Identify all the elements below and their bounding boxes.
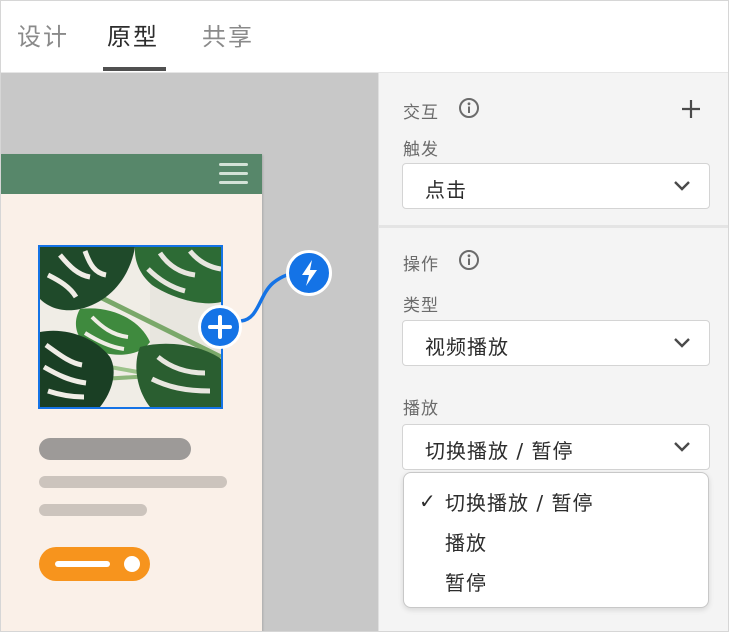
playback-select-value: 切换播放 / 暂停 (425, 439, 574, 463)
chevron-down-icon (674, 181, 690, 191)
chevron-down-icon (674, 442, 690, 452)
trigger-select[interactable]: 点击 (402, 163, 710, 209)
placeholder-title (39, 438, 191, 460)
tab-prototype[interactable]: 原型 (107, 17, 159, 52)
playback-select[interactable]: 切换播放 / 暂停 (402, 424, 710, 470)
add-interaction-handle[interactable] (198, 305, 242, 349)
app-window: 设计 原型 共享 交互 触发 点击 操作 类型 视频播放 播放 切换播放 / 暂… (0, 0, 729, 632)
design-canvas[interactable] (1, 73, 378, 631)
dropdown-option-toggle-play-pause[interactable]: ✓ 切换播放 / 暂停 (404, 481, 708, 519)
plus-icon (208, 315, 232, 339)
dropdown-option-play[interactable]: 播放 (404, 521, 708, 559)
mode-tab-bar: 设计 原型 共享 (1, 1, 728, 73)
info-icon[interactable] (458, 97, 480, 119)
checkmark-icon: ✓ (419, 489, 436, 513)
dropdown-option-label: 切换播放 / 暂停 (445, 491, 594, 515)
dropdown-option-pause[interactable]: 暂停 (404, 561, 708, 599)
trigger-label: 触发 (403, 140, 439, 160)
hamburger-menu-icon (219, 163, 248, 184)
video-thumbnail[interactable] (38, 245, 223, 409)
playback-label: 播放 (403, 399, 439, 419)
lightning-icon (302, 260, 317, 286)
trigger-select-value: 点击 (425, 178, 467, 202)
dropdown-option-label: 播放 (445, 531, 487, 555)
interaction-section-title: 交互 (403, 103, 439, 123)
action-type-label: 类型 (403, 296, 439, 316)
placeholder-text-line (39, 504, 147, 516)
section-divider (379, 225, 728, 228)
monstera-leaves-image (40, 247, 221, 407)
placeholder-text-line (39, 476, 227, 488)
plus-icon[interactable] (679, 97, 703, 121)
mobile-artboard[interactable] (1, 154, 262, 631)
action-type-select[interactable]: 视频播放 (402, 320, 710, 366)
tab-share[interactable]: 共享 (202, 17, 254, 52)
chevron-down-icon (674, 338, 690, 348)
playback-dropdown-menu: ✓ 切换播放 / 暂停 播放 暂停 (403, 472, 709, 608)
info-icon[interactable] (458, 249, 480, 271)
property-inspector: 交互 触发 点击 操作 类型 视频播放 播放 切换播放 / 暂停 ✓ 切换播放 … (378, 73, 728, 631)
toggle-knob (124, 556, 140, 572)
toggle-track-line (55, 561, 110, 567)
artboard-header-bar (1, 154, 262, 194)
trigger-handle[interactable] (286, 250, 332, 296)
tab-design[interactable]: 设计 (17, 17, 69, 52)
placeholder-toggle-button[interactable] (39, 547, 150, 581)
action-type-select-value: 视频播放 (425, 335, 509, 359)
dropdown-option-label: 暂停 (445, 571, 487, 595)
active-tab-indicator (103, 67, 166, 71)
action-section-title: 操作 (403, 255, 439, 275)
